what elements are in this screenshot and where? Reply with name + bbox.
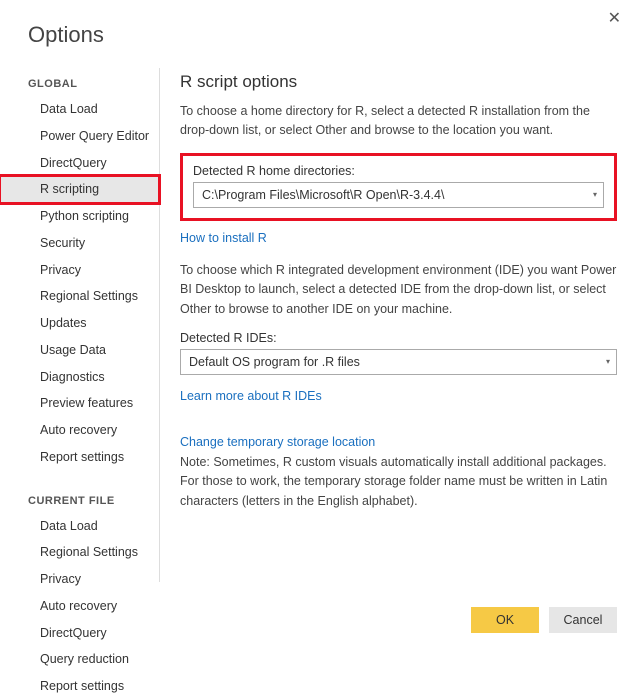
close-icon[interactable]: ✕ xyxy=(602,6,627,30)
sidebar-cf-item-report-settings[interactable]: Report settings xyxy=(0,673,159,700)
sidebar-cf-item-regional-settings[interactable]: Regional Settings xyxy=(0,539,159,566)
sidebar-header-current-file: CURRENT FILE xyxy=(0,489,159,513)
sidebar-item-r-scripting[interactable]: R scripting xyxy=(0,176,159,203)
sidebar-item-power-query-editor[interactable]: Power Query Editor xyxy=(0,123,159,150)
sidebar-item-data-load[interactable]: Data Load xyxy=(0,96,159,123)
sidebar-cf-item-data-load[interactable]: Data Load xyxy=(0,513,159,540)
sidebar-item-directquery[interactable]: DirectQuery xyxy=(0,150,159,177)
dialog-footer: OK Cancel xyxy=(471,607,617,633)
chevron-down-icon: ▾ xyxy=(606,350,610,374)
how-to-install-r-link[interactable]: How to install R xyxy=(180,231,267,245)
sidebar-cf-item-directquery[interactable]: DirectQuery xyxy=(0,620,159,647)
sidebar-cf-item-auto-recovery[interactable]: Auto recovery xyxy=(0,593,159,620)
sidebar-header-global: GLOBAL xyxy=(0,72,159,96)
ok-button[interactable]: OK xyxy=(471,607,539,633)
sidebar-item-preview-features[interactable]: Preview features xyxy=(0,390,159,417)
change-temp-storage-link[interactable]: Change temporary storage location xyxy=(180,435,375,449)
cancel-button[interactable]: Cancel xyxy=(549,607,617,633)
sidebar-item-report-settings[interactable]: Report settings xyxy=(0,444,159,471)
main-panel: R script options To choose a home direct… xyxy=(160,68,639,582)
r-home-select[interactable]: C:\Program Files\Microsoft\R Open\R-3.4.… xyxy=(193,182,604,208)
intro-text: To choose a home directory for R, select… xyxy=(180,102,617,141)
page-title: R script options xyxy=(180,72,617,92)
sidebar-cf-item-privacy[interactable]: Privacy xyxy=(0,566,159,593)
r-ide-group: Detected R IDEs: Default OS program for … xyxy=(180,331,617,379)
sidebar-item-usage-data[interactable]: Usage Data xyxy=(0,337,159,364)
chevron-down-icon: ▾ xyxy=(593,183,597,207)
sidebar-item-security[interactable]: Security xyxy=(0,230,159,257)
r-home-label: Detected R home directories: xyxy=(193,164,604,178)
r-home-value: C:\Program Files\Microsoft\R Open\R-3.4.… xyxy=(202,188,444,202)
sidebar-item-regional-settings[interactable]: Regional Settings xyxy=(0,283,159,310)
sidebar-item-diagnostics[interactable]: Diagnostics xyxy=(0,364,159,391)
dialog-title: Options xyxy=(0,0,639,48)
sidebar-item-updates[interactable]: Updates xyxy=(0,310,159,337)
sidebar-item-auto-recovery[interactable]: Auto recovery xyxy=(0,417,159,444)
sidebar-item-python-scripting[interactable]: Python scripting xyxy=(0,203,159,230)
r-ide-value: Default OS program for .R files xyxy=(189,355,360,369)
sidebar-item-privacy[interactable]: Privacy xyxy=(0,257,159,284)
r-ide-label: Detected R IDEs: xyxy=(180,331,617,345)
temp-storage-note: Note: Sometimes, R custom visuals automa… xyxy=(180,453,617,511)
dialog-body: GLOBAL Data Load Power Query Editor Dire… xyxy=(0,48,639,582)
r-home-group: Detected R home directories: C:\Program … xyxy=(180,153,617,221)
ide-intro-text: To choose which R integrated development… xyxy=(180,261,617,319)
learn-more-r-ides-link[interactable]: Learn more about R IDEs xyxy=(180,389,322,403)
sidebar-cf-item-query-reduction[interactable]: Query reduction xyxy=(0,646,159,673)
sidebar: GLOBAL Data Load Power Query Editor Dire… xyxy=(0,68,160,582)
r-ide-select[interactable]: Default OS program for .R files ▾ xyxy=(180,349,617,375)
